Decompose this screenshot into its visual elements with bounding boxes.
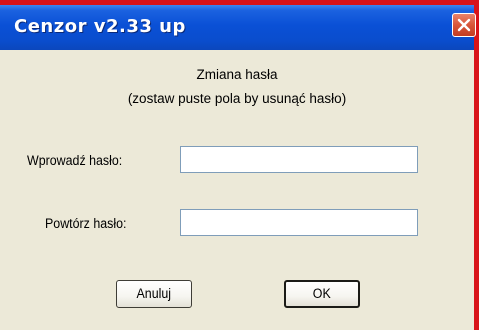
password-label: Wprowadź hasło: — [27, 153, 123, 168]
cancel-button-label: Anuluj — [136, 286, 172, 301]
title-bar[interactable]: Cenzor v2.33 up — [0, 5, 476, 50]
close-button[interactable] — [452, 13, 476, 37]
dialog-body: Zmiana hasła (zostaw puste pola by usuną… — [0, 50, 474, 330]
password-input[interactable] — [180, 146, 418, 173]
outer-red-edge-right — [474, 0, 479, 330]
close-icon — [457, 18, 471, 32]
ok-button-label: OK — [313, 286, 331, 301]
window-title: Cenzor v2.33 up — [14, 16, 186, 37]
ok-button[interactable]: OK — [284, 280, 360, 308]
repeat-password-input[interactable] — [180, 209, 418, 236]
dialog-hint: (zostaw puste pola by usunąć hasło) — [127, 91, 347, 106]
repeat-password-label: Powtórz hasło: — [45, 216, 127, 231]
dialog-heading: Zmiana hasła — [196, 67, 278, 82]
cancel-button[interactable]: Anuluj — [116, 280, 192, 308]
